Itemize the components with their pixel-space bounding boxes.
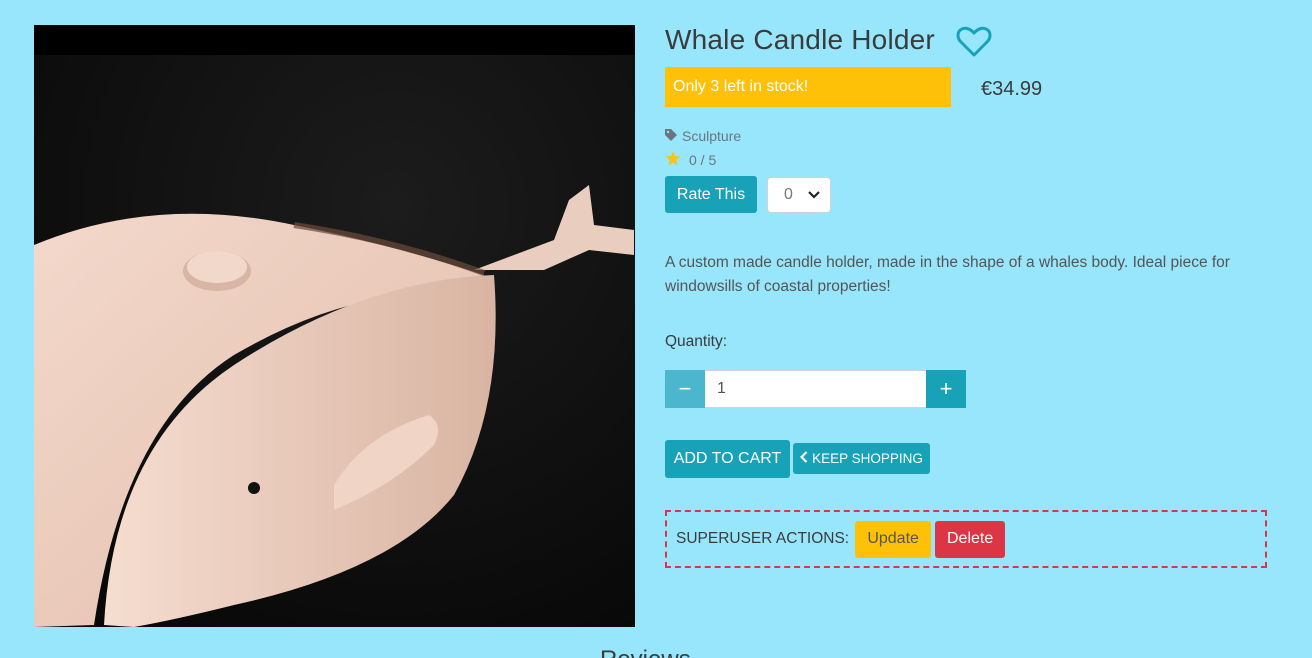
whale-candle-holder-photo — [34, 25, 635, 627]
rating-select-value: 0 — [784, 186, 793, 203]
quantity-stepper: − + — [665, 370, 966, 408]
product-category[interactable]: Sculpture — [665, 128, 741, 144]
increment-qty-button[interactable]: + — [926, 370, 966, 408]
product-price: €34.99 — [981, 78, 1043, 100]
star-icon — [665, 151, 681, 169]
rate-this-button[interactable]: Rate This — [665, 176, 757, 213]
superuser-actions-label: SUPERUSER ACTIONS: — [676, 530, 850, 547]
product-description: A custom made candle holder, made in the… — [665, 254, 1230, 295]
update-product-button[interactable]: Update — [855, 520, 932, 558]
rating-value: 0 / 5 — [689, 152, 717, 168]
superuser-actions-panel: SUPERUSER ACTIONS: Update Delete — [665, 510, 1267, 568]
keep-shopping-label: KEEP SHOPPING — [812, 451, 923, 466]
category-label: Sculpture — [682, 128, 742, 144]
quantity-input[interactable] — [705, 370, 926, 408]
product-image — [34, 25, 635, 627]
product-rating: 0 / 5 — [665, 151, 716, 169]
keep-shopping-button[interactable]: KEEP SHOPPING — [793, 443, 930, 474]
decrement-qty-button[interactable]: − — [665, 370, 705, 408]
chevron-left-icon — [800, 451, 808, 466]
stock-warning-banner: Only 3 left in stock! — [665, 67, 951, 107]
add-to-cart-button[interactable]: ADD TO CART — [665, 440, 790, 478]
tag-icon — [665, 128, 677, 144]
reviews-heading: Reviews — [600, 646, 691, 658]
product-detail-page: Whale Candle Holder Only 3 left in stock… — [0, 0, 1312, 658]
quantity-label: Quantity: — [665, 333, 728, 350]
delete-product-button[interactable]: Delete — [935, 520, 1006, 558]
wishlist-heart-icon[interactable] — [956, 26, 992, 58]
product-title: Whale Candle Holder — [665, 24, 935, 55]
rating-select[interactable]: 0 — [767, 177, 831, 213]
chevron-down-icon — [808, 186, 820, 204]
